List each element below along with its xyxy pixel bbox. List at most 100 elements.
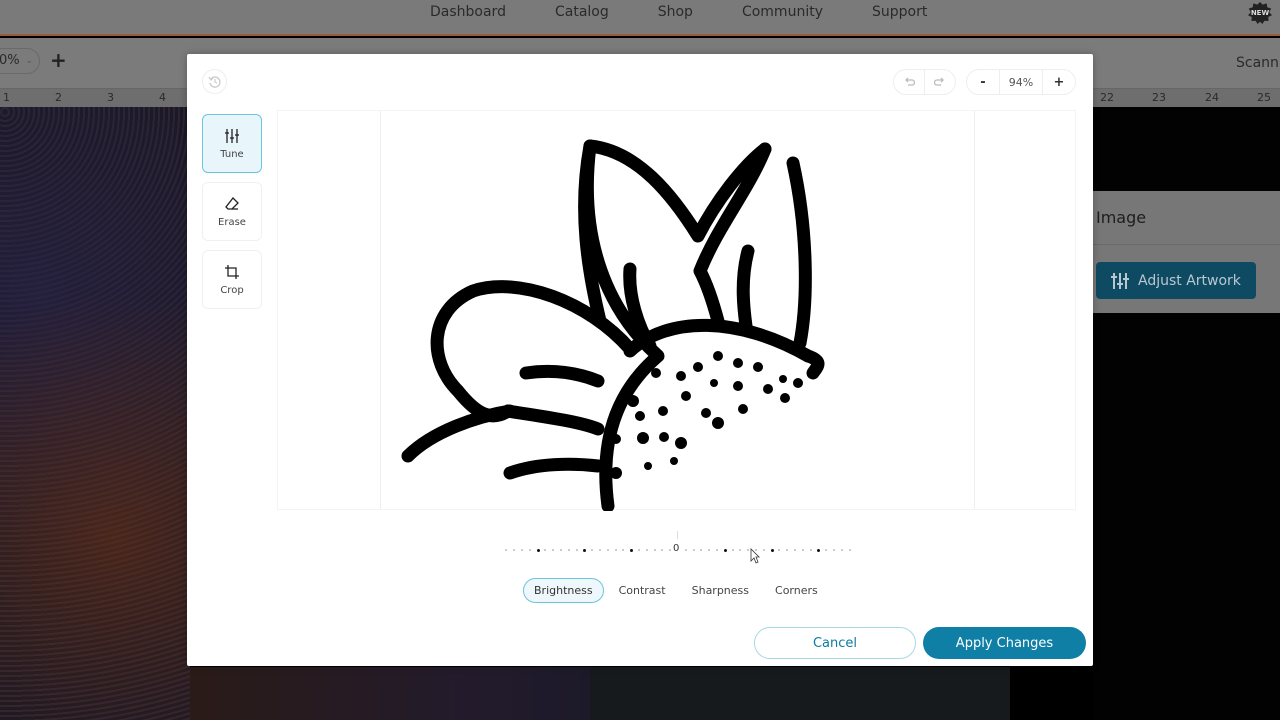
- slider-minor-tick: [661, 549, 664, 551]
- history-button[interactable]: [202, 69, 227, 94]
- slider-minor-tick: [794, 549, 796, 551]
- tab-sharpness[interactable]: Sharpness: [681, 578, 760, 603]
- zoom-level: 94%: [999, 70, 1043, 94]
- tool-erase[interactable]: Erase: [202, 182, 262, 241]
- divider: [1093, 244, 1280, 245]
- slider-value-label: 0: [673, 543, 680, 554]
- tool-tune[interactable]: Tune: [202, 114, 262, 173]
- slider-minor-tick: [591, 549, 594, 551]
- ruler-tick: 4: [159, 91, 166, 104]
- canvas-background-image: [0, 107, 190, 720]
- slider-minor-tick: [684, 549, 687, 551]
- slider-minor-tick: [505, 549, 508, 551]
- tab-brightness[interactable]: Brightness: [523, 578, 604, 603]
- slider-minor-tick: [560, 549, 562, 551]
- apply-changes-button[interactable]: Apply Changes: [923, 627, 1086, 659]
- nav-shop[interactable]: Shop: [658, 4, 693, 20]
- slider-minor-tick: [840, 549, 843, 551]
- slider-minor-tick: [762, 549, 765, 551]
- slider-minor-tick: [606, 549, 609, 551]
- nav-catalog[interactable]: Catalog: [555, 4, 609, 20]
- slider-minor-tick: [567, 549, 570, 551]
- slider-minor-tick: [833, 549, 835, 551]
- slider-minor-tick: [825, 549, 828, 551]
- slider-minor-tick: [622, 549, 625, 551]
- zoom-out-button[interactable]: -: [967, 70, 999, 94]
- slider-minor-tick: [599, 549, 601, 551]
- slider-major-tick: [583, 548, 587, 552]
- undo-icon: [905, 77, 915, 86]
- eraser-icon: [225, 197, 239, 210]
- nav-community[interactable]: Community: [742, 4, 823, 20]
- ruler-tick: 3: [107, 91, 114, 104]
- tool-crop[interactable]: Crop: [202, 250, 262, 309]
- slider-minor-tick: [700, 549, 703, 551]
- brightness-slider[interactable]: 0: [502, 531, 852, 566]
- slider-minor-tick: [521, 549, 523, 551]
- cancel-button[interactable]: Cancel: [754, 627, 916, 659]
- slider-minor-tick: [544, 549, 547, 551]
- canvas-zoom-select[interactable]: 0% ⌄: [0, 48, 40, 74]
- sliders-icon: [225, 129, 239, 143]
- slider-minor-tick: [692, 549, 695, 551]
- redo-icon: [934, 77, 944, 86]
- undo-button[interactable]: [894, 70, 925, 94]
- chevron-down-icon: ⌄: [25, 56, 33, 66]
- slider-minor-tick: [513, 549, 516, 551]
- adjust-artwork-button[interactable]: Adjust Artwork: [1096, 262, 1256, 299]
- mouse-cursor-icon: [750, 548, 760, 564]
- slider-minor-tick: [731, 549, 734, 551]
- ruler-tick: 22: [1100, 91, 1114, 104]
- slider-minor-tick: [552, 549, 555, 551]
- canvas-background: [590, 667, 1010, 720]
- slider-minor-tick: [575, 549, 578, 551]
- slider-minor-tick: [645, 549, 648, 551]
- history-icon: [208, 75, 221, 88]
- ruler-tick: 23: [1152, 91, 1166, 104]
- zoom-in-button[interactable]: +: [1043, 70, 1075, 94]
- canvas-background-image: [190, 667, 590, 720]
- slider-minor-tick: [778, 549, 781, 551]
- tab-corners[interactable]: Corners: [764, 578, 829, 603]
- tool-erase-label: Erase: [218, 217, 246, 228]
- nav-support[interactable]: Support: [872, 4, 927, 20]
- right-panel-dark: [1093, 107, 1280, 191]
- slider-minor-tick: [669, 549, 672, 551]
- slider-minor-tick: [614, 549, 617, 551]
- slider-minor-tick: [638, 549, 640, 551]
- sliders-icon: [1111, 272, 1129, 289]
- tool-list: Tune Erase Crop: [202, 114, 262, 318]
- redo-button[interactable]: [925, 70, 955, 94]
- new-badge-icon[interactable]: NEW: [1248, 2, 1272, 24]
- adjust-artwork-label: Adjust Artwork: [1138, 272, 1241, 289]
- app-root: Dashboard Catalog Shop Community Support…: [0, 0, 1280, 720]
- ruler-tick: 2: [55, 91, 62, 104]
- slider-major-tick: [817, 548, 821, 552]
- tool-crop-label: Crop: [220, 285, 244, 296]
- slider-minor-tick: [848, 549, 851, 551]
- nav-dashboard[interactable]: Dashboard: [430, 4, 506, 20]
- undo-redo-group: [893, 69, 956, 95]
- slider-major-tick: [770, 548, 774, 552]
- slider-minor-tick: [716, 549, 718, 551]
- slider-minor-tick: [801, 549, 804, 551]
- ruler-tick: 24: [1205, 91, 1219, 104]
- slider-minor-tick: [747, 549, 750, 551]
- plus-icon[interactable]: +: [50, 48, 67, 72]
- slider-minor-tick: [708, 549, 711, 551]
- artwork-image: [401, 139, 825, 511]
- slider-minor-tick: [809, 549, 812, 551]
- top-navigation: Dashboard Catalog Shop Community Support…: [0, 0, 1280, 36]
- crop-icon: [225, 265, 239, 279]
- slider-minor-tick: [653, 549, 656, 551]
- ruler-tick: 25: [1257, 91, 1271, 104]
- ruler-tick: 1: [3, 91, 10, 104]
- adjust-artwork-dialog: - 94% + Tune Erase Crop 0 Brightness Con…: [187, 54, 1093, 666]
- tab-contrast[interactable]: Contrast: [608, 578, 677, 603]
- image-panel-title: Image: [1096, 208, 1147, 227]
- slider-major-tick: [630, 548, 634, 552]
- zoom-control: - 94% +: [966, 69, 1076, 95]
- tool-tune-label: Tune: [220, 149, 244, 160]
- right-panel-dark: [1093, 313, 1280, 720]
- slider-minor-tick: [739, 549, 742, 551]
